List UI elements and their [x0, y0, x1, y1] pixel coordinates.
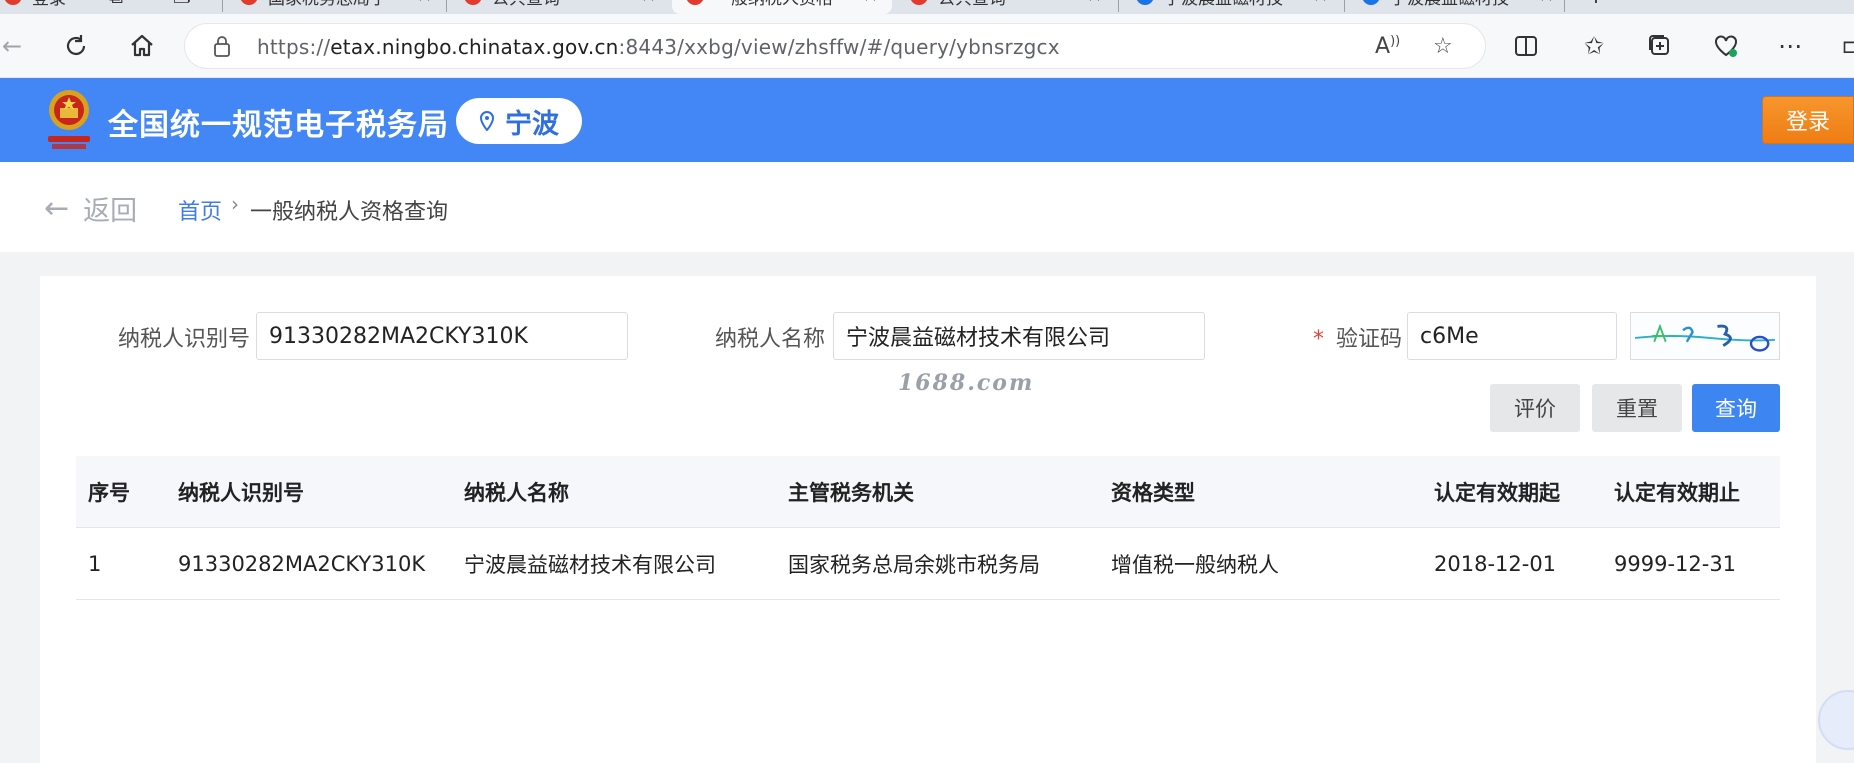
tab-label: 宁波晨益磁材技	[1390, 0, 1509, 9]
column-header: 认定有效期止	[1614, 481, 1740, 505]
table-cell: 宁波晨益磁材技术有限公司	[464, 553, 716, 577]
required-mark: *	[1313, 327, 1324, 352]
tax-bureau-favicon-icon	[686, 0, 704, 5]
browser-tab[interactable]: 公共查询 ✕	[450, 0, 670, 14]
workspaces-icon[interactable]: ⧉	[100, 0, 132, 12]
breadcrumb-home-link[interactable]: 首页	[178, 194, 222, 226]
url-host: etax.ningbo.chinatax.gov.cn	[330, 35, 619, 59]
lock-icon[interactable]	[213, 35, 231, 57]
login-button[interactable]: 登录	[1762, 96, 1854, 144]
table-cell: 1	[88, 552, 102, 576]
table-cell: 国家税务总局余姚市税务局	[788, 553, 1040, 577]
browser-tab[interactable]: 国家税务总局宁 ✕	[226, 0, 446, 14]
tab-label: 国家税务总局宁	[268, 0, 387, 9]
captcha-input[interactable]	[1407, 312, 1617, 360]
tax-bureau-favicon-icon	[910, 0, 928, 5]
breadcrumb-separator: ›	[231, 192, 239, 216]
query-card: 纳税人识别号 纳税人名称 * 验证码 1688.com 评价 重置 查询 序号 纳…	[40, 276, 1816, 763]
tab-label: 登录	[32, 0, 66, 9]
column-header: 纳税人名称	[464, 481, 569, 505]
back-arrow-icon: ←	[44, 191, 70, 226]
table-row[interactable]: 1 91330282MA2CKY310K 宁波晨益磁材技术有限公司 国家税务总局…	[76, 528, 1780, 600]
taxpayer-id-label: 纳税人识别号	[118, 327, 251, 352]
column-header: 主管税务机关	[788, 481, 914, 505]
query-button[interactable]: 查询	[1692, 384, 1780, 432]
city-selector[interactable]: 宁波	[456, 98, 582, 144]
tab-label: 公共查询	[492, 0, 560, 9]
site-header: 全国统一规范电子税务局 宁波 登录	[0, 78, 1854, 162]
search-favicon-icon	[1136, 0, 1154, 5]
tab-favicon-icon	[4, 0, 22, 5]
back-label: 返回	[83, 196, 138, 227]
url-path: :8443/xxbg/view/zhsffw/#/query/ybnsrzgcx	[618, 35, 1060, 59]
collections-icon[interactable]	[1644, 30, 1676, 62]
national-emblem-icon	[48, 90, 90, 149]
browser-tab[interactable]: 宁波晨益磁材技 ✕	[1348, 0, 1568, 14]
tab-close-icon[interactable]: ✕	[1077, 0, 1102, 7]
column-header: 序号	[88, 481, 130, 505]
captcha-label-text: 验证码	[1336, 327, 1403, 352]
column-header: 资格类型	[1111, 481, 1195, 505]
home-icon[interactable]	[126, 30, 158, 62]
site-title: 全国统一规范电子税务局	[108, 108, 449, 143]
result-table: 序号 纳税人识别号 纳税人名称 主管税务机关 资格类型 认定有效期起 认定有效期…	[76, 456, 1780, 600]
tab-close-icon[interactable]: ✕	[1529, 0, 1554, 7]
tab-close-icon[interactable]: ✕	[853, 0, 878, 7]
floating-assistant-button[interactable]	[1818, 690, 1854, 750]
tax-bureau-favicon-icon	[464, 0, 482, 5]
table-cell: 增值税一般纳税人	[1111, 553, 1279, 577]
browser-tab[interactable]: 公共查询 ✕	[896, 0, 1116, 14]
table-cell: 91330282MA2CKY310K	[178, 552, 426, 576]
breadcrumb-current: 一般纳税人资格查询	[250, 200, 449, 225]
taxpayer-id-input[interactable]	[256, 312, 628, 360]
browser-toolbar: ← https://etax.ningbo.chinatax.gov.cn:84…	[0, 14, 1854, 78]
taxpayer-name-input[interactable]	[833, 312, 1205, 360]
url-text[interactable]: https://etax.ningbo.chinatax.gov.cn:8443…	[257, 35, 1060, 59]
tab-label: 宁波晨益磁材技	[1164, 0, 1283, 9]
captcha-image[interactable]	[1630, 312, 1780, 360]
column-header: 认定有效期起	[1434, 481, 1560, 505]
url-scheme: https://	[257, 35, 331, 59]
favorites-icon[interactable]: ✩	[1578, 30, 1610, 62]
search-favicon-icon	[1362, 0, 1380, 5]
city-name: 宁波	[505, 108, 559, 140]
read-aloud-icon[interactable]: A))	[1375, 34, 1400, 59]
more-options-icon[interactable]: ⋯	[1774, 30, 1806, 62]
split-screen-icon[interactable]	[1510, 30, 1542, 62]
breadcrumb: ← 返回 首页 › 一般纳税人资格查询	[0, 162, 1854, 252]
back-arrow-icon[interactable]: ←	[0, 30, 28, 62]
tab-label: 一般纳税人资格	[714, 0, 833, 9]
evaluate-button[interactable]: 评价	[1490, 384, 1580, 432]
browser-tab[interactable]: 宁波晨益磁材技 ✕	[1122, 0, 1342, 14]
watermark-text: 1688.com	[898, 370, 1035, 396]
back-link[interactable]: ← 返回	[44, 189, 137, 228]
tab-close-icon[interactable]: ✕	[407, 0, 432, 7]
sidebar-icon[interactable]: ⊏	[1834, 30, 1854, 62]
taxpayer-name-label: 纳税人名称	[715, 327, 826, 352]
captcha-label: * 验证码	[1313, 321, 1402, 353]
table-header-row: 序号 纳税人识别号 纳税人名称 主管税务机关 资格类型 认定有效期起 认定有效期…	[76, 456, 1780, 528]
reset-button[interactable]: 重置	[1592, 384, 1682, 432]
address-bar[interactable]: https://etax.ningbo.chinatax.gov.cn:8443…	[184, 23, 1486, 69]
tab-close-icon[interactable]: ✕	[1303, 0, 1328, 7]
tab-actions-icon[interactable]: ❐	[166, 0, 198, 12]
table-cell: 2018-12-01	[1434, 552, 1557, 576]
browser-tab-strip: 登录 ⧉ ❐ 国家税务总局宁 ✕ 公共查询 ✕ 一般纳税人资格 ✕ 公共查询 ✕…	[0, 0, 1854, 14]
favorite-star-icon[interactable]: ☆	[1433, 34, 1453, 59]
tab-close-icon[interactable]: ✕	[631, 0, 656, 7]
browser-tab[interactable]: 登录	[0, 0, 78, 14]
browser-essentials-icon[interactable]	[1710, 30, 1742, 62]
location-pin-icon	[479, 111, 495, 131]
browser-tab-active[interactable]: 一般纳税人资格 ✕	[672, 0, 892, 14]
new-tab-icon[interactable]: +	[1580, 0, 1612, 12]
table-cell: 9999-12-31	[1614, 552, 1737, 576]
column-header: 纳税人识别号	[178, 481, 304, 505]
tab-label: 公共查询	[938, 0, 1006, 9]
refresh-icon[interactable]	[60, 30, 92, 62]
tax-bureau-favicon-icon	[240, 0, 258, 5]
